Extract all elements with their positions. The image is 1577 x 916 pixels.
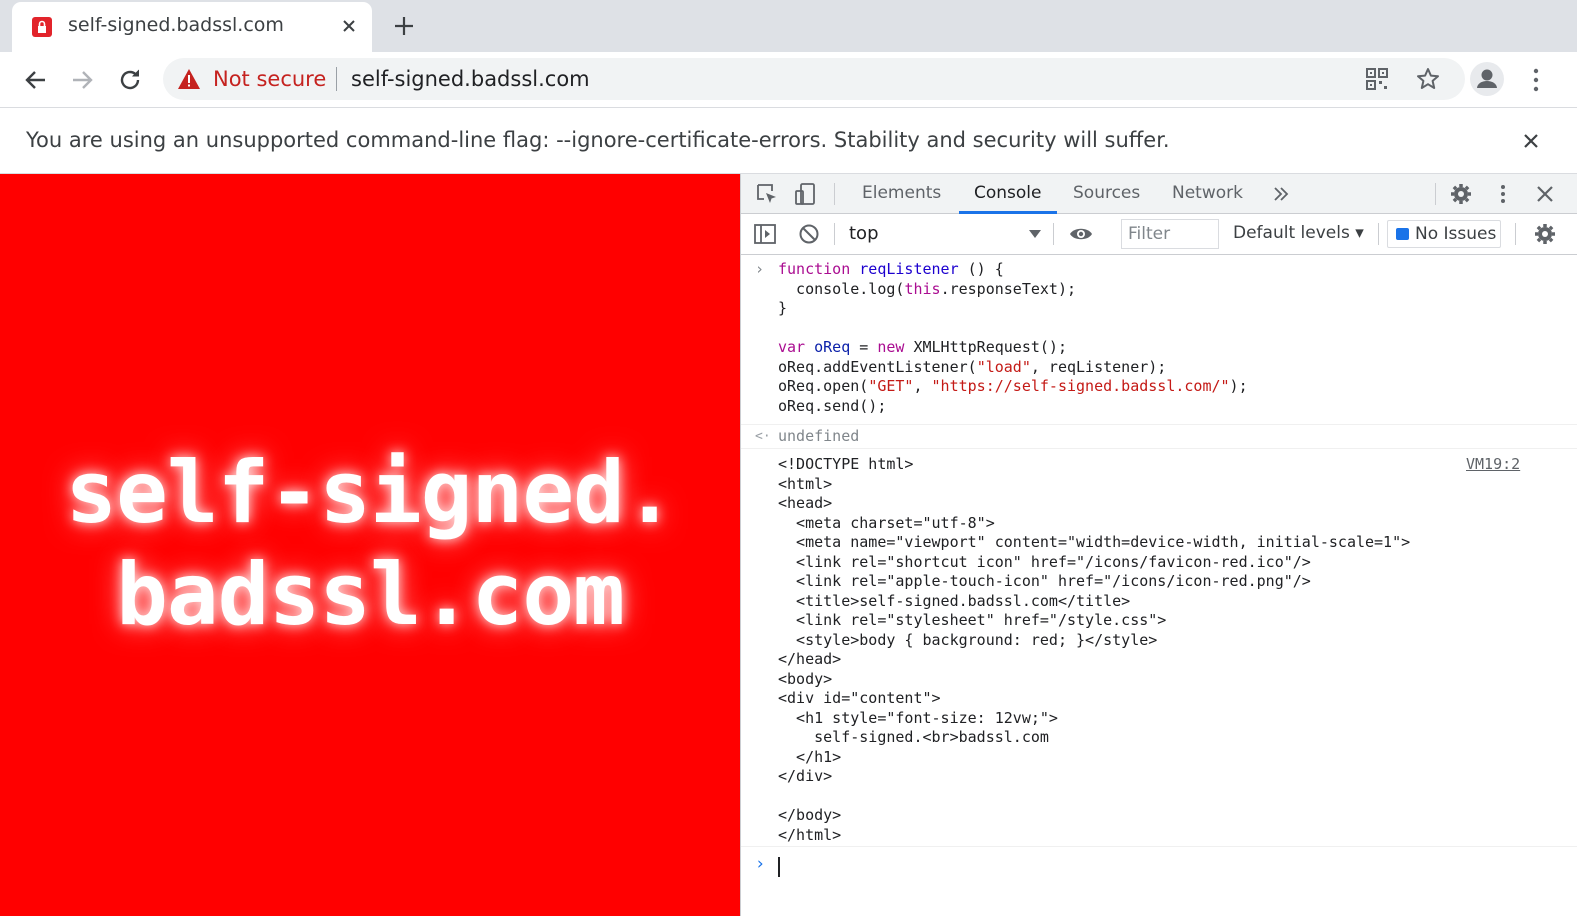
profile-avatar-icon[interactable] xyxy=(1470,62,1504,96)
log-line: <style>body { background: red; }</style> xyxy=(778,630,1158,649)
page-heading-line2: badssl.com xyxy=(116,545,625,645)
log-levels-label: Default levels xyxy=(1233,223,1350,243)
log-line: </head> xyxy=(778,650,842,668)
lock-favicon-icon xyxy=(32,17,52,37)
code-line: console.log(this.responseText); xyxy=(778,279,1077,298)
reload-icon[interactable] xyxy=(114,64,146,96)
source-link[interactable]: VM19:2 xyxy=(1466,455,1520,475)
log-line: <div id="content"> xyxy=(778,689,941,707)
clear-console-icon[interactable] xyxy=(797,222,821,246)
device-toggle-icon[interactable] xyxy=(793,182,817,206)
more-tabs-chevron-icon[interactable] xyxy=(1269,182,1293,206)
log-line: <link rel="stylesheet" href="/style.css"… xyxy=(778,611,1167,629)
log-line: </div> xyxy=(778,767,833,785)
input-chevron-icon: › xyxy=(755,260,765,278)
log-line: </html> xyxy=(778,825,842,844)
inspect-element-icon[interactable] xyxy=(755,182,779,206)
tab-sources[interactable]: Sources xyxy=(1073,183,1140,203)
not-secure-label[interactable]: Not secure xyxy=(213,67,326,91)
warning-infobar: You are using an unsupported command-lin… xyxy=(0,108,1577,174)
code-line: oReq.open("GET", "https://self-signed.ba… xyxy=(778,377,1248,395)
prompt-chevron-icon: › xyxy=(755,854,766,874)
input-code: function reqListener () { console.log(th… xyxy=(778,260,1248,416)
console-result-message: <· undefined xyxy=(741,425,1577,449)
console-log-message: <!DOCTYPE html> <html> <head> <meta charse… xyxy=(741,449,1577,847)
toolbar-divider xyxy=(1515,223,1516,245)
toolbar-divider xyxy=(834,223,835,245)
console-output: › function reqListener () { console.log(… xyxy=(741,255,1577,916)
omnibox-divider xyxy=(336,67,337,91)
close-infobar-icon[interactable] xyxy=(1520,130,1542,152)
warning-triangle-icon[interactable] xyxy=(177,68,201,90)
live-expression-eye-icon[interactable] xyxy=(1069,222,1093,246)
code-line: var oReq = new XMLHttpRequest(); xyxy=(778,338,1067,356)
forward-arrow-icon[interactable] xyxy=(66,64,98,96)
url-text[interactable]: self-signed.badssl.com xyxy=(351,67,590,91)
log-line: </h1> xyxy=(778,747,842,766)
browser-tab[interactable]: self-signed.badssl.com xyxy=(12,2,372,52)
result-arrow-icon: <· xyxy=(755,429,771,444)
log-line: </body> xyxy=(778,806,842,824)
console-settings-gear-icon[interactable] xyxy=(1533,222,1557,246)
log-line: <meta name="viewport" content="width=dev… xyxy=(778,533,1411,551)
page-viewport: self-signed. badssl.com xyxy=(0,174,740,916)
result-undefined: undefined xyxy=(778,427,860,445)
toolbar-divider xyxy=(834,183,835,205)
tab-console[interactable]: Console xyxy=(974,183,1042,203)
console-input-message: › function reqListener () { console.log(… xyxy=(741,255,1577,425)
devtools-menu-icon[interactable] xyxy=(1491,182,1515,206)
tab-title: self-signed.badssl.com xyxy=(68,14,284,36)
browser-menu-icon[interactable] xyxy=(1524,64,1548,96)
console-filter-input[interactable] xyxy=(1121,219,1219,249)
issues-label: No Issues xyxy=(1415,224,1497,244)
page-heading-line1: self-signed. xyxy=(65,443,675,543)
log-line: <body> xyxy=(778,669,833,688)
issues-chat-icon xyxy=(1396,228,1409,240)
log-line: <link rel="shortcut icon" href="/icons/f… xyxy=(778,552,1311,571)
code-line: oReq.send(); xyxy=(778,396,887,415)
devtools-panel: Elements Console Sources Network top Fil… xyxy=(740,174,1577,916)
issues-button[interactable]: No Issues xyxy=(1387,220,1501,248)
close-tab-icon[interactable] xyxy=(338,15,360,37)
log-line: <title>self-signed.badssl.com</title> xyxy=(778,591,1131,610)
log-line: <html> xyxy=(778,474,833,493)
toolbar-divider xyxy=(1378,223,1379,245)
log-line: <!DOCTYPE html> xyxy=(778,455,914,473)
tab-network[interactable]: Network xyxy=(1172,183,1243,203)
code-line: function reqListener () { xyxy=(778,260,1004,278)
code-line: } xyxy=(778,299,788,317)
log-line: <head> xyxy=(778,494,833,512)
console-prompt[interactable]: › xyxy=(741,847,1577,887)
new-tab-plus-icon[interactable] xyxy=(390,12,418,40)
address-bar[interactable]: Not secure self-signed.badssl.com xyxy=(163,58,1465,100)
close-devtools-icon[interactable] xyxy=(1533,182,1557,206)
settings-gear-icon[interactable] xyxy=(1449,182,1473,206)
toolbar-divider xyxy=(1435,183,1436,205)
log-output: <!DOCTYPE html> <html> <head> <meta charse… xyxy=(778,455,1410,845)
bookmark-star-icon[interactable] xyxy=(1415,66,1441,92)
tab-elements[interactable]: Elements xyxy=(862,183,941,203)
console-toolbar: top Default levels ▾ No Issues xyxy=(741,214,1577,255)
page-heading: self-signed. badssl.com xyxy=(0,442,740,646)
tab-strip: self-signed.badssl.com xyxy=(0,0,1577,52)
code-line: oReq.addEventListener("load", reqListene… xyxy=(778,357,1167,376)
log-line: <link rel="apple-touch-icon" href="/icon… xyxy=(778,572,1311,590)
sidebar-toggle-icon[interactable] xyxy=(753,222,777,246)
text-caret xyxy=(778,857,780,877)
context-selector[interactable]: top xyxy=(849,223,879,244)
log-line: self-signed.<br>badssl.com xyxy=(778,728,1049,746)
dropdown-arrow-icon[interactable] xyxy=(1029,230,1041,238)
browser-toolbar: Not secure self-signed.badssl.com xyxy=(0,52,1577,108)
log-line: <meta charset="utf-8"> xyxy=(778,513,995,532)
back-arrow-icon[interactable] xyxy=(20,64,52,96)
qr-code-icon[interactable] xyxy=(1365,67,1389,91)
log-levels-dropdown[interactable]: Default levels ▾ xyxy=(1233,223,1364,243)
log-line: <h1 style="font-size: 12vw;"> xyxy=(778,708,1058,727)
infobar-message: You are using an unsupported command-lin… xyxy=(26,128,1170,152)
toolbar-divider xyxy=(1053,223,1054,245)
devtools-tab-bar: Elements Console Sources Network xyxy=(741,174,1577,214)
